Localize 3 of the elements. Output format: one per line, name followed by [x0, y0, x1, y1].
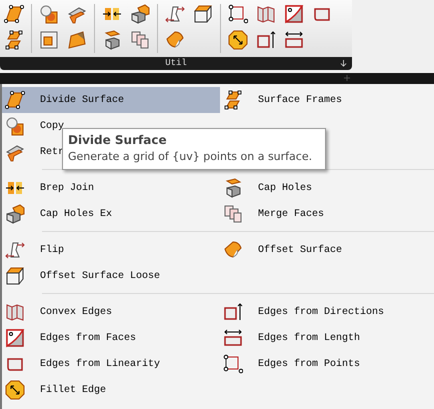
tooltip-title: Divide Surface	[68, 132, 168, 149]
panel-title: Util	[165, 58, 187, 69]
tooltip-text: Generate a grid of {uv} points on a surface.	[68, 149, 314, 165]
